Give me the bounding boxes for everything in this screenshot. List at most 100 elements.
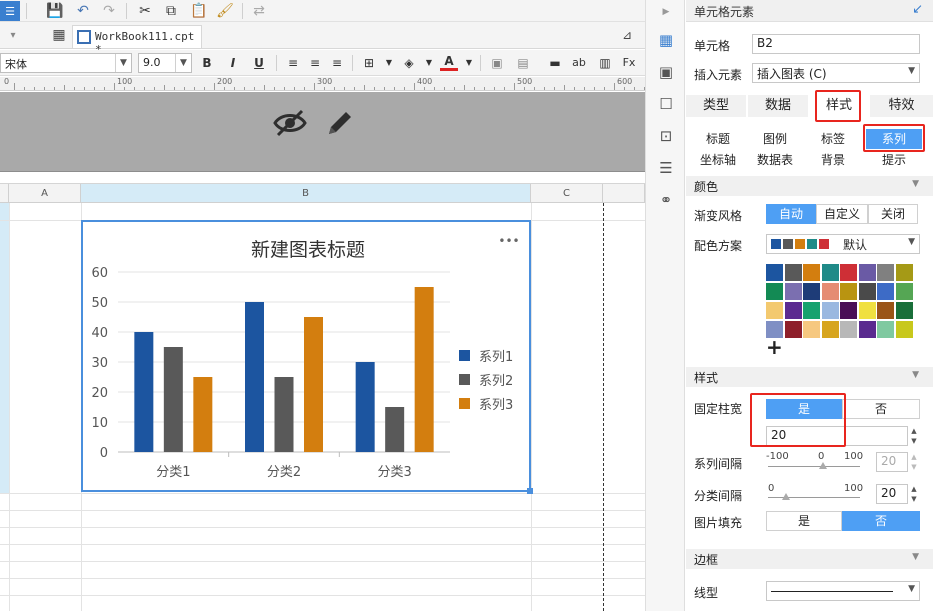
palette-swatch[interactable] [784, 283, 802, 300]
category-gap-slider-knob[interactable] [782, 493, 791, 500]
palette-swatch[interactable] [821, 264, 839, 281]
app-menu-icon[interactable]: ☰ [0, 1, 20, 21]
format-painter-icon[interactable]: 🖌 [216, 2, 234, 20]
align-center-icon[interactable]: ≡ [306, 54, 324, 72]
bar-width-stepper[interactable]: ▲ ▼ [908, 426, 920, 446]
palette-swatch[interactable] [766, 264, 783, 281]
palette-swatch[interactable] [821, 302, 839, 319]
tab-effect[interactable]: 特效 [870, 95, 933, 117]
tab-type[interactable]: 类型 [686, 95, 746, 117]
pin-icon[interactable]: ⊿ [618, 26, 636, 44]
chevron-down-icon[interactable]: ▼ [460, 54, 478, 72]
palette-swatch[interactable] [858, 264, 876, 281]
link-icon[interactable]: ⇄ [250, 2, 268, 20]
cut-icon[interactable]: ✂ [136, 2, 154, 20]
align-right-icon[interactable]: ≡ [328, 54, 346, 72]
series-gap-slider[interactable] [768, 466, 860, 467]
subtab-title[interactable]: 标题 [690, 129, 746, 149]
redo-icon[interactable]: ↷ [100, 2, 118, 20]
palette-swatch[interactable] [821, 283, 839, 300]
chart-container[interactable]: 新建图表标题 ••• 0 10 20 30 40 50 60 分类1 分类2 分类3 系列1 系列2… [81, 220, 533, 494]
subtab-label[interactable]: 标签 [804, 129, 862, 149]
more-options-icon[interactable]: ••• [498, 234, 519, 248]
palette-swatch[interactable] [784, 302, 802, 319]
image-icon[interactable]: ▬ [546, 54, 564, 72]
grid-view-icon[interactable]: ▦ [50, 26, 68, 44]
cell-element-icon[interactable]: ▦ [656, 30, 676, 50]
gradient-custom-option[interactable]: 自定义 [816, 204, 868, 224]
palette-swatch[interactable] [877, 302, 894, 319]
undo-icon[interactable]: ↶ [74, 2, 92, 20]
tab-workbook[interactable]: WorkBook111.cpt * [72, 25, 202, 56]
save-icon[interactable]: 💾 [46, 2, 64, 20]
palette-swatch[interactable] [840, 283, 857, 300]
palette-swatch[interactable] [877, 321, 894, 338]
row-header-selected[interactable] [0, 203, 9, 493]
palette-swatch[interactable] [803, 283, 820, 300]
palette-swatch[interactable] [803, 321, 820, 338]
subtab-background[interactable]: 背景 [804, 150, 862, 170]
palette-swatch[interactable] [766, 302, 783, 319]
border-box-icon[interactable]: ☐ [656, 94, 676, 114]
palette-swatch[interactable] [877, 264, 894, 281]
palette-swatch[interactable] [784, 264, 802, 281]
chevron-down-icon[interactable]: ▼ [420, 54, 438, 72]
underline-button[interactable]: U [250, 54, 268, 72]
palette-swatch[interactable] [784, 321, 802, 338]
insert-element-select[interactable]: 插入图表 (C) ▼ [752, 63, 920, 83]
style-section-header[interactable]: 样式 ▼ [686, 367, 933, 387]
palette-swatch[interactable] [840, 321, 857, 338]
series-gap-stepper[interactable]: ▲ ▼ [908, 452, 920, 472]
cell-style-icon[interactable]: ▣ [488, 54, 506, 72]
column-header-b[interactable]: B [81, 184, 531, 203]
series-gap-input[interactable]: 20 [876, 452, 908, 472]
column-header-a[interactable]: A [9, 184, 81, 203]
color-scheme-select[interactable]: 默认 ▼ [766, 234, 920, 254]
fixed-width-no[interactable]: 否 [842, 399, 920, 419]
image-fill-yes[interactable]: 是 [766, 511, 842, 531]
palette-swatch[interactable] [858, 321, 876, 338]
italic-button[interactable]: I [224, 54, 242, 72]
font-name-select[interactable]: 宋体 ▼ [0, 53, 132, 73]
cell-input[interactable]: B2 [752, 34, 920, 54]
gradient-off-option[interactable]: 关闭 [868, 204, 918, 224]
palette-swatch[interactable] [858, 302, 876, 319]
palette-swatch[interactable] [877, 283, 894, 300]
widget-icon[interactable]: ⊡ [656, 126, 676, 146]
palette-swatch[interactable] [840, 264, 857, 281]
corner-cell[interactable] [0, 184, 9, 203]
stack-icon[interactable]: ☰ [656, 158, 676, 178]
category-gap-stepper[interactable]: ▲ ▼ [908, 484, 920, 504]
subtab-legend[interactable]: 图例 [747, 129, 803, 149]
category-gap-input[interactable]: 20 [876, 484, 908, 504]
dropdown-icon[interactable]: ▾ [4, 26, 22, 44]
chart-insert-icon[interactable]: ▥ [596, 54, 614, 72]
resize-handle[interactable] [527, 488, 533, 494]
text-ab-button[interactable]: ab [570, 54, 588, 72]
paste-icon[interactable]: 📋 [190, 2, 208, 20]
copy-icon[interactable]: ⧉ [162, 2, 180, 20]
line-type-select[interactable]: ▼ [766, 581, 920, 601]
subtab-tooltip[interactable]: 提示 [866, 150, 922, 170]
palette-swatch[interactable] [840, 302, 857, 319]
fill-color-icon[interactable]: ◈ [400, 54, 418, 72]
cell-attribute-icon[interactable]: ▣ [656, 62, 676, 82]
palette-swatch[interactable] [803, 264, 820, 281]
expand-arrow-icon[interactable]: ▶ [656, 2, 676, 22]
palette-swatch[interactable] [821, 321, 839, 338]
hide-eye-icon[interactable] [272, 107, 308, 139]
formula-icon[interactable]: Fx [620, 54, 638, 72]
font-color-icon[interactable]: A [440, 54, 458, 71]
column-header-c[interactable]: C [531, 184, 603, 203]
collapse-arrow-icon[interactable]: ↙ [912, 2, 923, 17]
border-section-header[interactable]: 边框 ▼ [686, 549, 933, 569]
palette-swatch[interactable] [895, 283, 913, 300]
border-icon[interactable]: ⊞ [360, 54, 378, 72]
palette-swatch[interactable] [895, 264, 913, 281]
subtab-datatable[interactable]: 数据表 [747, 150, 803, 170]
add-color-icon[interactable]: + [766, 335, 783, 359]
color-section-header[interactable]: 颜色 ▼ [686, 176, 933, 196]
palette-swatch[interactable] [858, 283, 876, 300]
image-fill-no[interactable]: 否 [842, 511, 920, 531]
subtab-axis[interactable]: 坐标轴 [690, 150, 746, 170]
